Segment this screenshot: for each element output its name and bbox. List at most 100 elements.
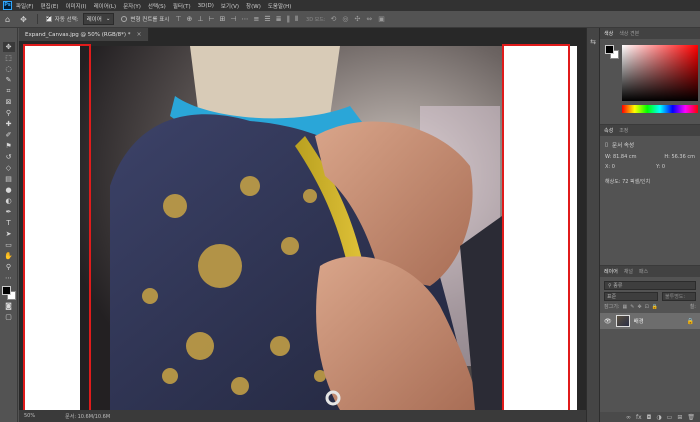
menu-file[interactable]: 파일(F) xyxy=(16,2,34,10)
zoom-level[interactable]: 50% xyxy=(24,413,35,419)
slide-icon[interactable]: ⇔ xyxy=(366,15,372,23)
frame-icon[interactable]: ⊠ xyxy=(3,97,15,107)
layer-row-background[interactable]: 👁 배경 🔒 xyxy=(600,313,700,329)
link-layers-icon[interactable]: ∞ xyxy=(626,414,631,421)
menu-window[interactable]: 창(W) xyxy=(246,2,261,10)
camera-icon[interactable]: ▣ xyxy=(378,15,385,23)
distribute-icon[interactable]: ⋯ xyxy=(242,15,249,24)
align-top-icon[interactable]: ⊤ xyxy=(175,15,181,24)
align-middle-icon[interactable]: ⊕ xyxy=(186,15,192,24)
move-tool-preset-icon[interactable]: ✥ xyxy=(20,15,27,24)
move-icon[interactable]: ✥ xyxy=(2,42,15,52)
document-info[interactable]: 문서: 10.6M/10.6M xyxy=(65,413,110,420)
lock-paint-icon[interactable]: ✎ xyxy=(630,304,634,310)
marquee-icon[interactable]: ⬚ xyxy=(3,53,15,63)
align-right-icon[interactable]: ⊣ xyxy=(230,15,236,24)
color-swatches[interactable] xyxy=(1,286,16,300)
lasso-icon[interactable]: ◌ xyxy=(3,64,15,74)
history-icon[interactable]: ⇆ xyxy=(590,38,596,46)
color-panel-foreground-swatch[interactable] xyxy=(605,45,614,54)
auto-select-dropdown[interactable]: 레이어 ⌄ xyxy=(82,13,115,25)
home-icon[interactable]: ⌂ xyxy=(5,15,10,24)
dodge-icon[interactable]: ◐ xyxy=(3,196,15,206)
auto-select-checkbox[interactable] xyxy=(45,14,52,22)
eyedropper-icon[interactable]: ⚲ xyxy=(3,108,15,118)
y-value[interactable]: 0 xyxy=(662,164,665,170)
new-group-icon[interactable]: ▭ xyxy=(667,414,673,421)
fill-label: 칠: xyxy=(689,304,696,310)
hue-slider[interactable] xyxy=(622,105,698,113)
crop-icon[interactable]: ⌗ xyxy=(3,86,15,96)
layer-filter-dropdown[interactable]: ⚲ 종류 xyxy=(604,281,696,290)
menu-view[interactable]: 보기(V) xyxy=(221,2,239,10)
color-picker-field[interactable] xyxy=(622,45,698,101)
pen-icon[interactable]: ✒ xyxy=(3,207,15,217)
tab-channels[interactable]: 채널 xyxy=(624,268,633,275)
orbit-icon[interactable]: ⟲ xyxy=(331,15,337,23)
history-brush-icon[interactable]: ↺ xyxy=(3,152,15,162)
menu-layer[interactable]: 레이어(L) xyxy=(94,2,117,10)
distribute-center-icon[interactable]: ☰ xyxy=(264,15,270,24)
rectangle-icon[interactable]: ▭ xyxy=(3,240,15,250)
quick-select-icon[interactable]: ✎ xyxy=(3,75,15,85)
height-value[interactable]: 56.36 cm xyxy=(671,154,695,160)
transform-controls-checkbox[interactable] xyxy=(121,16,128,22)
document-tab[interactable]: Expand_Canvas.jpg @ 50% (RGB/8*) * × xyxy=(19,28,149,41)
hand-icon[interactable]: ✋ xyxy=(3,251,15,261)
tab-color[interactable]: 색상 xyxy=(604,30,613,37)
path-select-icon[interactable]: ➤ xyxy=(3,229,15,239)
align-left-icon[interactable]: ⊢ xyxy=(208,15,214,24)
tab-adjustments[interactable]: 조정 xyxy=(619,127,628,134)
new-layer-icon[interactable]: ⊞ xyxy=(677,414,682,421)
menu-filter[interactable]: 필터(T) xyxy=(173,2,191,10)
lock-position-icon[interactable]: ✥ xyxy=(637,304,641,310)
add-mask-icon[interactable]: ◘ xyxy=(647,414,652,421)
distribute-left-icon[interactable]: ∥ xyxy=(287,15,291,24)
x-value[interactable]: 0 xyxy=(612,164,615,170)
width-value[interactable]: 81.84 cm xyxy=(613,154,637,160)
adjustment-icon[interactable]: ◑ xyxy=(656,414,661,421)
transform-controls-label: 변형 컨트롤 표시 xyxy=(130,17,170,23)
drag-icon[interactable]: ✣ xyxy=(355,15,361,23)
tab-properties[interactable]: 속성 xyxy=(604,127,613,134)
3d-mode-label: 3D 모드: xyxy=(306,16,326,23)
lock-all-icon[interactable]: 🔒 xyxy=(652,304,658,310)
trash-icon[interactable]: 🗑 xyxy=(687,414,695,421)
tab-layers[interactable]: 레이어 xyxy=(604,268,618,275)
healing-icon[interactable]: ✚ xyxy=(3,119,15,129)
tab-swatches[interactable]: 색상 견본 xyxy=(619,30,639,37)
foreground-color-swatch[interactable] xyxy=(1,286,11,295)
lock-pixels-icon[interactable]: ▦ xyxy=(623,304,628,310)
roll-icon[interactable]: ◎ xyxy=(342,15,348,23)
opacity-field[interactable]: 불투명도: xyxy=(662,292,696,301)
zoom-icon[interactable]: ⚲ xyxy=(3,262,15,272)
menu-select[interactable]: 선택(S) xyxy=(148,2,166,10)
fx-icon[interactable]: fx xyxy=(636,414,642,421)
tab-paths[interactable]: 패스 xyxy=(639,268,648,275)
distribute-top-icon[interactable]: ≡ xyxy=(254,15,260,24)
blur-icon[interactable]: ● xyxy=(3,185,15,195)
brush-icon[interactable]: ✐ xyxy=(3,130,15,140)
quick-mask-icon[interactable]: ◙ xyxy=(3,301,15,311)
menu-help[interactable]: 도움말(H) xyxy=(268,2,292,10)
type-icon[interactable]: T xyxy=(3,218,15,228)
canvas[interactable] xyxy=(24,46,577,410)
screen-mode-icon[interactable]: ▢ xyxy=(3,312,15,322)
menu-type[interactable]: 문자(Y) xyxy=(123,2,141,10)
lock-artboard-icon[interactable]: ⊡ xyxy=(645,304,649,310)
eye-icon[interactable]: 👁 xyxy=(604,318,612,325)
eraser-icon[interactable]: ◇ xyxy=(3,163,15,173)
distribute-bottom-icon[interactable]: ≣ xyxy=(276,15,282,24)
menu-3d[interactable]: 3D(D) xyxy=(198,3,214,9)
close-icon[interactable]: × xyxy=(136,31,141,38)
stamp-icon[interactable]: ⚑ xyxy=(3,141,15,151)
align-bottom-icon[interactable]: ⊥ xyxy=(197,15,203,24)
distribute-right-icon[interactable]: ⫴ xyxy=(295,15,298,24)
auto-select-value: 레이어 xyxy=(86,17,102,23)
menu-edit[interactable]: 편집(E) xyxy=(41,2,59,10)
align-center-icon[interactable]: ⊞ xyxy=(220,15,226,24)
gradient-icon[interactable]: ▤ xyxy=(3,174,15,184)
more-icon[interactable]: ⋯ xyxy=(3,273,15,283)
blend-mode-dropdown[interactable]: 표준 xyxy=(604,292,658,301)
menu-image[interactable]: 이미지(I) xyxy=(65,2,86,10)
